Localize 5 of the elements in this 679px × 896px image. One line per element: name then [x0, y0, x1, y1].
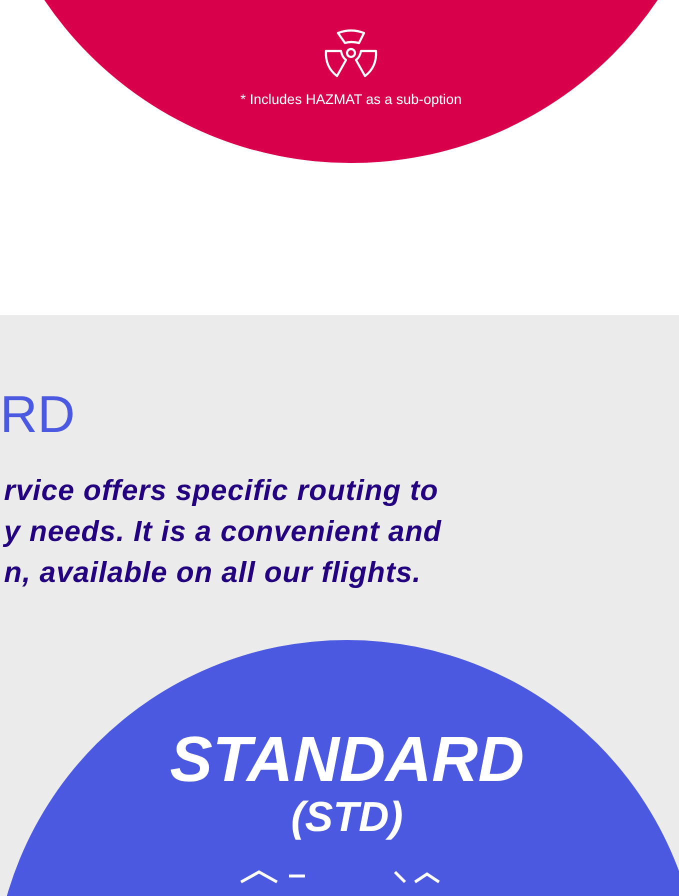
service-title: STANDARD — [170, 724, 524, 794]
section-heading: RD — [0, 389, 76, 441]
hazmat-note: * Includes HAZMAT as a sub-option — [240, 91, 462, 107]
service-description: rvice offers specific routing to y needs. It is a convenient and n, available on all our flights. — [2, 474, 443, 591]
service-code: (STD) — [291, 794, 403, 840]
